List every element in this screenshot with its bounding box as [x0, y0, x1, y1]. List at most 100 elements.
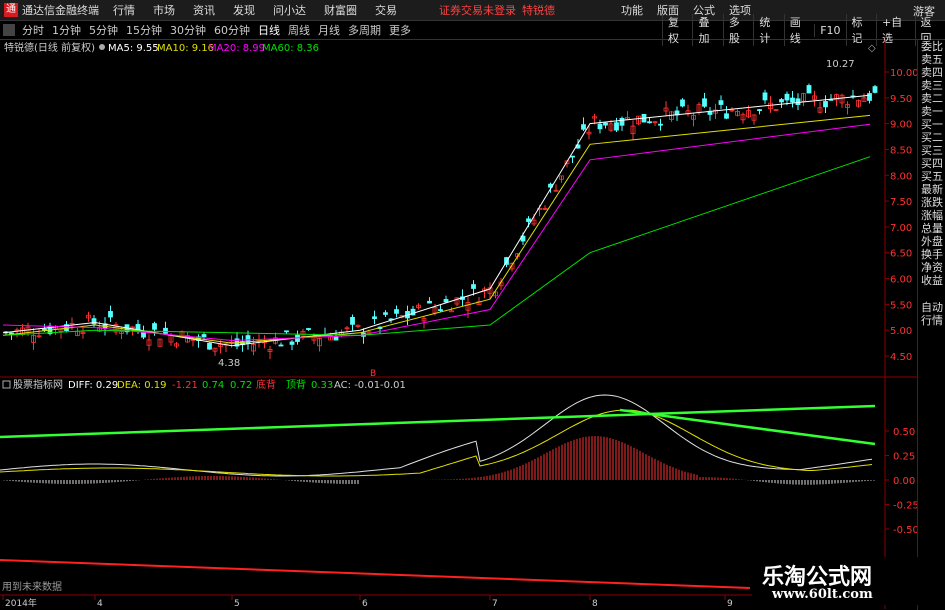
candle-body [449, 310, 454, 313]
candle-body [526, 218, 531, 222]
menu-item[interactable]: 发现 [233, 2, 255, 18]
candle-body [383, 312, 388, 315]
period-tab[interactable]: 月线 [314, 22, 344, 38]
menu-item[interactable]: 市场 [153, 2, 175, 18]
indicator-menu-icon[interactable] [2, 380, 11, 389]
menu-function[interactable]: 功能 [621, 2, 643, 18]
side-panel-item[interactable]: 卖一 [918, 105, 945, 118]
candle-body [163, 327, 168, 334]
period-tab-active[interactable]: 日线 [254, 22, 284, 38]
side-panel-item[interactable]: 涨幅 [918, 209, 945, 222]
candle-body [372, 316, 377, 320]
login-notice[interactable]: 证券交易未登录 [439, 2, 516, 18]
ac-legend: AC: -0.01 [334, 380, 380, 391]
side-panel-item[interactable]: 总量 [918, 222, 945, 235]
price-axis: 10.00 9.50 9.00 8.50 8.00 7.50 7.00 6.50 6.00 5.5… [885, 68, 917, 363]
indicator-axis: 0.50 0.25 0.00 -0.25 -0.50 [885, 427, 917, 536]
period-tab[interactable]: 更多 [385, 22, 415, 38]
side-panel-item[interactable]: 收益 [918, 274, 945, 287]
stock-legend: 特锐德(日线 前复权) [4, 41, 95, 54]
side-panel-item[interactable]: 卖二 [918, 92, 945, 105]
high-price-label: 10.27 [826, 59, 855, 70]
low-price-label: 4.38 [218, 358, 240, 369]
period-tab[interactable]: 周线 [284, 22, 314, 38]
right-toolbar: 复权 叠加 多股 统计 画线 F10 标记 +自选 返回 [662, 14, 945, 46]
period-tab[interactable]: 30分钟 [166, 22, 210, 38]
grid-icon[interactable] [3, 24, 15, 36]
side-panel-item[interactable]: 最新 [918, 183, 945, 196]
price-tick-label: 10.00 [890, 68, 917, 79]
candle-body [872, 86, 878, 93]
ma20-legend: MA20: 8.99 [208, 43, 265, 54]
candle-body [806, 85, 812, 94]
side-panel-item[interactable]: 外盘 [918, 235, 945, 248]
side-panel-item[interactable]: 买四 [918, 157, 945, 170]
app-title: 通达信金融终端 [22, 4, 99, 17]
ma-line-ma5 [2, 94, 871, 347]
side-panel-item[interactable]: 自动 [918, 301, 945, 314]
menu-item[interactable]: 财富圈 [324, 2, 357, 18]
diff-line [0, 394, 873, 477]
trend-line-green-2 [619, 408, 876, 446]
side-panel-item[interactable]: 卖三 [918, 79, 945, 92]
menu-item[interactable]: 交易 [375, 2, 397, 18]
candle-body [581, 124, 586, 130]
buy-marker: B [370, 369, 376, 379]
candle-body [680, 99, 685, 107]
side-panel-item[interactable]: 卖五 [918, 53, 945, 66]
price-tick-label: 7.00 [890, 223, 912, 234]
price-tick-label: 9.00 [890, 120, 912, 131]
side-panel-item[interactable]: 买五 [918, 170, 945, 183]
period-tab[interactable]: 5分钟 [85, 22, 122, 38]
period-tab[interactable]: 60分钟 [210, 22, 254, 38]
menu-item[interactable]: 行情 [113, 2, 135, 18]
candle-body [350, 317, 355, 325]
side-panel-item[interactable]: 买二 [918, 131, 945, 144]
side-panel-item[interactable]: 行情 [918, 314, 945, 327]
date-tick-label: 8 [592, 599, 598, 609]
candle-body [201, 334, 207, 338]
side-panel-item[interactable]: 买三 [918, 144, 945, 157]
price-tick-label: 7.50 [890, 197, 912, 208]
toolbar-button[interactable]: F10 [814, 23, 845, 37]
watermark-url: www.60lt.com [772, 587, 873, 602]
candle-body [394, 309, 399, 314]
settings-icon[interactable] [99, 44, 105, 50]
price-tick-label: 5.50 [890, 300, 912, 311]
candle-body [867, 93, 872, 101]
ma-line-ma10 [2, 114, 871, 344]
macd-indicator [0, 394, 876, 589]
candle-body [443, 299, 449, 303]
date-tick-label: 9 [727, 599, 733, 609]
candle-body [702, 98, 707, 107]
dea-line [0, 409, 873, 477]
menu-item[interactable]: 资讯 [193, 2, 215, 18]
period-tab[interactable]: 15分钟 [122, 22, 166, 38]
diamond-icon[interactable]: ◇ [868, 43, 876, 54]
period-toolbar: 分时 1分钟 5分钟 15分钟 30分钟 60分钟 日线 周线 月线 多周期 更… [0, 14, 945, 46]
candle-body [790, 97, 795, 103]
candle-body [795, 98, 801, 106]
candle-body [647, 121, 652, 124]
candle-body [152, 323, 157, 330]
candle-body [333, 336, 339, 341]
side-panel-item[interactable]: 净资 [918, 261, 945, 274]
side-panel-item[interactable]: 换手 [918, 248, 945, 261]
period-tab[interactable]: 多周期 [344, 22, 385, 38]
candle-body [724, 113, 729, 119]
side-panel-item[interactable]: 涨跌 [918, 196, 945, 209]
indicator-value: 0.33 [311, 380, 333, 391]
date-axis: 2014年 4 5 6 7 8 9 [2, 595, 733, 609]
price-tick-label: 6.00 [890, 275, 912, 286]
candle-body [306, 328, 311, 330]
menu-item[interactable]: 问小达 [273, 2, 306, 18]
date-tick-label: 6 [362, 599, 368, 609]
side-panel-item[interactable]: 卖四 [918, 66, 945, 79]
period-tab[interactable]: 1分钟 [48, 22, 85, 38]
side-panel-item[interactable]: 买一 [918, 118, 945, 131]
indicator-value: -0.01 [380, 380, 406, 391]
period-tab[interactable]: 分时 [18, 22, 48, 38]
kline-chart[interactable]: 10.00 9.50 9.00 8.50 8.00 7.50 7.00 6.50 6.00 5.5… [0, 40, 917, 609]
side-panel-item[interactable]: 委比 [918, 40, 945, 53]
indicator-name: 股票指标网 [13, 378, 63, 391]
